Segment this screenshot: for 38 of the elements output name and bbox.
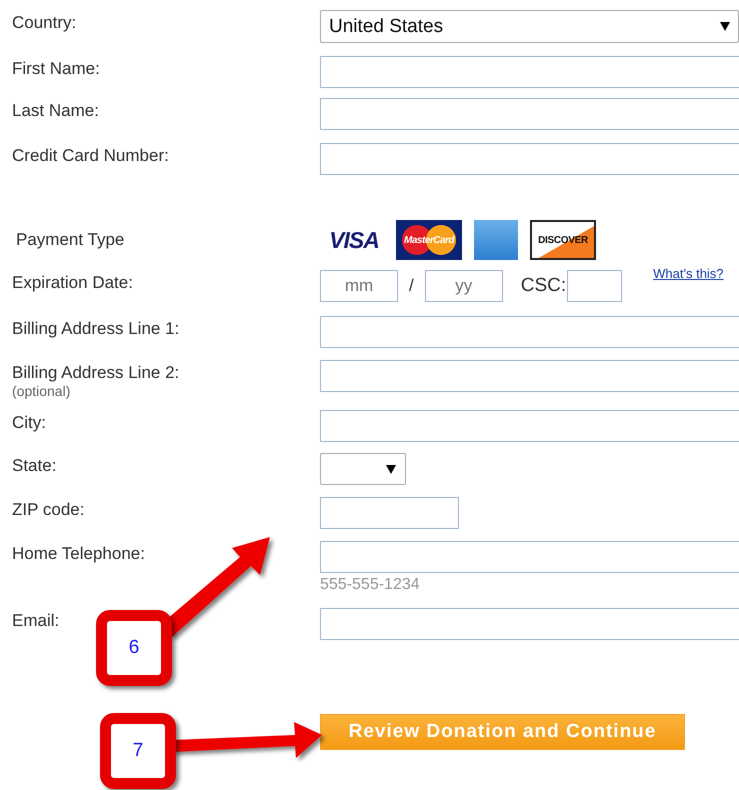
field-label: State: — [12, 456, 58, 476]
input-field[interactable] — [320, 360, 739, 392]
field-label: ZIP code: — [12, 500, 86, 520]
field-label: First Name: — [12, 59, 101, 79]
input-field[interactable] — [320, 608, 739, 640]
input-field[interactable]: yy — [424, 270, 503, 302]
field-label: Last Name: — [12, 101, 100, 121]
field-label: Expiration Date: — [12, 273, 134, 293]
field-note: (optional) — [12, 383, 72, 399]
credit-card-icon — [474, 220, 518, 260]
field-hint: 555-555-1234 — [320, 576, 421, 594]
field-label: CSC: — [520, 275, 566, 297]
field-label: Home Telephone: — [12, 544, 146, 564]
field-label: Billing Address Line 2: — [12, 363, 180, 383]
help-link[interactable]: What's this? — [653, 266, 724, 281]
caret-icon — [720, 22, 730, 31]
step-number: 7 — [100, 713, 176, 789]
step-number: 6 — [96, 610, 172, 686]
input-field[interactable] — [320, 541, 739, 573]
state-dropdown[interactable] — [320, 453, 406, 485]
field-label: Country: — [12, 13, 78, 33]
field-label: Payment Type — [16, 230, 126, 250]
field-label: Credit Card Number: — [12, 146, 170, 166]
input-field[interactable] — [567, 270, 622, 302]
input-field[interactable]: mm — [320, 270, 398, 302]
input-field[interactable] — [320, 98, 739, 130]
input-field[interactable] — [320, 143, 739, 175]
field-label: City: — [12, 413, 47, 433]
caret-icon — [386, 464, 396, 474]
visa-logo: VISA — [328, 226, 380, 254]
field-label: Billing Address Line 1: — [12, 319, 180, 339]
input-field[interactable] — [320, 316, 739, 348]
input-field[interactable] — [320, 497, 459, 529]
input-field[interactable] — [320, 410, 739, 442]
country-dropdown[interactable]: United States — [320, 10, 739, 43]
field-label: Email: — [12, 611, 60, 631]
input-field[interactable] — [320, 56, 739, 88]
date-separator: / — [409, 276, 414, 296]
